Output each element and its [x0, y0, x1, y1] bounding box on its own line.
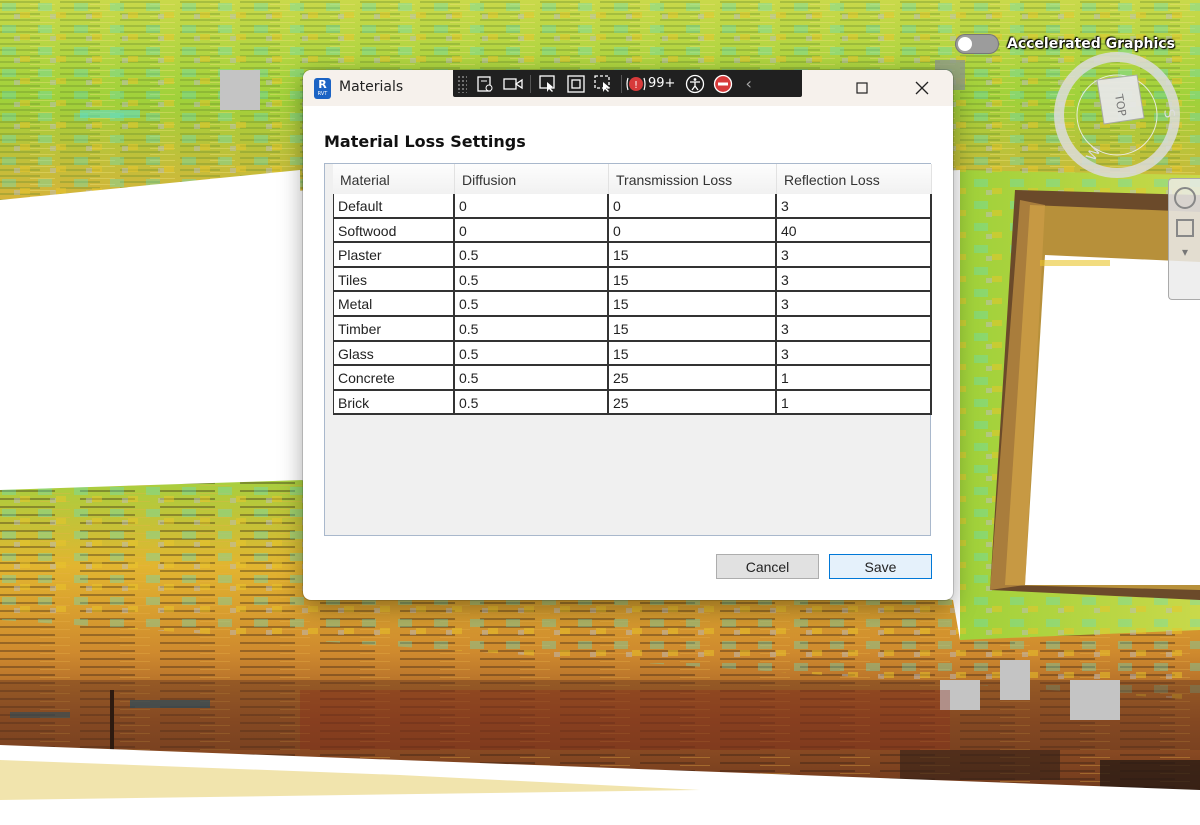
grid-header: Material Diffusion Transmission Loss Ref…: [333, 164, 932, 195]
display-layout-adorners-button[interactable]: [562, 70, 590, 97]
toolbar-separator: [530, 74, 531, 93]
cell-transmission-loss[interactable]: 15: [609, 292, 777, 317]
column-header-diffusion[interactable]: Diffusion: [455, 164, 609, 194]
binding-failure-icon: !: [626, 76, 646, 91]
cell-material[interactable]: Brick: [333, 390, 455, 416]
table-row[interactable]: Glass 0.5 15 3: [333, 341, 932, 367]
cell-reflection-loss[interactable]: 3: [777, 292, 932, 317]
toolbar-separator: [621, 74, 622, 93]
column-header-material[interactable]: Material: [333, 164, 455, 194]
table-row[interactable]: Plaster 0.5 15 3: [333, 243, 932, 268]
camera-icon: [503, 77, 523, 90]
binding-failure-count: 99+: [648, 76, 676, 91]
cell-transmission-loss[interactable]: 25: [609, 366, 777, 391]
cell-transmission-loss[interactable]: 15: [609, 316, 777, 342]
visual-tree-icon: [477, 75, 493, 92]
cell-reflection-loss[interactable]: 1: [777, 366, 932, 391]
cell-reflection-loss[interactable]: 3: [777, 194, 932, 219]
cell-material[interactable]: Glass: [333, 341, 455, 367]
cell-transmission-loss[interactable]: 0: [609, 194, 777, 219]
cell-reflection-loss[interactable]: 3: [777, 243, 932, 268]
close-button[interactable]: [899, 70, 945, 106]
cell-transmission-loss[interactable]: 15: [609, 243, 777, 268]
cancel-button[interactable]: Cancel: [716, 554, 819, 579]
cell-material[interactable]: Default: [333, 194, 455, 219]
close-icon: [915, 81, 929, 95]
maximize-button[interactable]: [839, 70, 885, 106]
cell-diffusion[interactable]: 0.5: [455, 267, 609, 293]
table-row[interactable]: Timber 0.5 15 3: [333, 316, 932, 342]
revit-app-icon: R RVT: [314, 78, 331, 99]
xaml-debug-toolbar: ! 99+ ‹: [453, 70, 802, 97]
zoom-icon[interactable]: [1176, 219, 1194, 237]
cell-transmission-loss[interactable]: 25: [609, 390, 777, 416]
cell-material[interactable]: Tiles: [333, 267, 455, 293]
column-header-transmission-loss[interactable]: Transmission Loss: [609, 164, 777, 194]
cell-diffusion[interactable]: 0.5: [455, 316, 609, 342]
select-element-button[interactable]: [534, 70, 562, 97]
layout-adorner-icon: [567, 74, 585, 93]
cell-diffusion[interactable]: 0.5: [455, 243, 609, 268]
maximize-icon: [856, 82, 868, 94]
live-visual-tree-button[interactable]: [471, 70, 499, 97]
binding-failures-button[interactable]: !: [625, 70, 647, 97]
cell-transmission-loss[interactable]: 15: [609, 341, 777, 367]
hot-reload-stop-button[interactable]: [709, 70, 737, 97]
cell-reflection-loss[interactable]: 3: [777, 267, 932, 293]
cell-material[interactable]: Metal: [333, 292, 455, 317]
cell-diffusion[interactable]: 0.5: [455, 341, 609, 367]
chevron-down-icon[interactable]: ▾: [1169, 245, 1200, 259]
column-header-reflection-loss[interactable]: Reflection Loss: [777, 164, 932, 194]
track-focus-button[interactable]: [590, 70, 618, 97]
table-row[interactable]: Brick 0.5 25 1: [333, 390, 932, 416]
cell-material[interactable]: Softwood: [333, 218, 455, 244]
stop-icon: [714, 74, 733, 93]
table-row[interactable]: Default 0 0 3: [333, 194, 932, 219]
cell-transmission-loss[interactable]: 15: [609, 267, 777, 293]
save-button[interactable]: Save: [829, 554, 932, 579]
toggle-knob: [958, 37, 972, 51]
accelerated-graphics-toggle[interactable]: [955, 34, 999, 54]
collapse-toolbar-icon[interactable]: ‹: [745, 74, 751, 93]
accessibility-checker-button[interactable]: [681, 70, 709, 97]
record-button[interactable]: [499, 70, 527, 97]
viewcube[interactable]: TOP W S: [1052, 50, 1182, 180]
cell-diffusion[interactable]: 0.5: [455, 390, 609, 416]
table-row[interactable]: Tiles 0.5 15 3: [333, 267, 932, 293]
materials-grid[interactable]: Material Diffusion Transmission Loss Ref…: [324, 163, 932, 536]
cell-material[interactable]: Plaster: [333, 243, 455, 268]
cell-diffusion[interactable]: 0.5: [455, 366, 609, 391]
cell-material[interactable]: Concrete: [333, 366, 455, 391]
cell-reflection-loss[interactable]: 3: [777, 316, 932, 342]
svg-text:!: !: [634, 80, 638, 91]
cell-reflection-loss[interactable]: 3: [777, 341, 932, 367]
accessibility-icon: [686, 74, 705, 93]
table-row[interactable]: Concrete 0.5 25 1: [333, 366, 932, 391]
cell-diffusion[interactable]: 0: [455, 218, 609, 244]
table-row[interactable]: Softwood 0 0 40: [333, 218, 932, 244]
cell-diffusion[interactable]: 0.5: [455, 292, 609, 317]
grid-body: Default 0 0 3 Softwood 0 0 40 Plaster 0.…: [333, 194, 932, 416]
window-title: Materials: [339, 79, 404, 95]
cell-reflection-loss[interactable]: 40: [777, 218, 932, 244]
cell-diffusion[interactable]: 0: [455, 194, 609, 219]
steering-wheel-icon[interactable]: [1174, 187, 1196, 209]
cell-reflection-loss[interactable]: 1: [777, 390, 932, 416]
track-focus-icon: [594, 74, 610, 92]
select-element-icon: [539, 74, 555, 92]
table-row[interactable]: Metal 0.5 15 3: [333, 292, 932, 317]
dialog-heading: Material Loss Settings: [324, 132, 526, 151]
navigation-bar: ▾: [1168, 178, 1200, 300]
materials-dialog: R RVT Materials Material Loss Settings M…: [303, 70, 953, 600]
cell-transmission-loss[interactable]: 0: [609, 218, 777, 244]
cell-material[interactable]: Timber: [333, 316, 455, 342]
drag-grip-icon[interactable]: [457, 74, 467, 93]
